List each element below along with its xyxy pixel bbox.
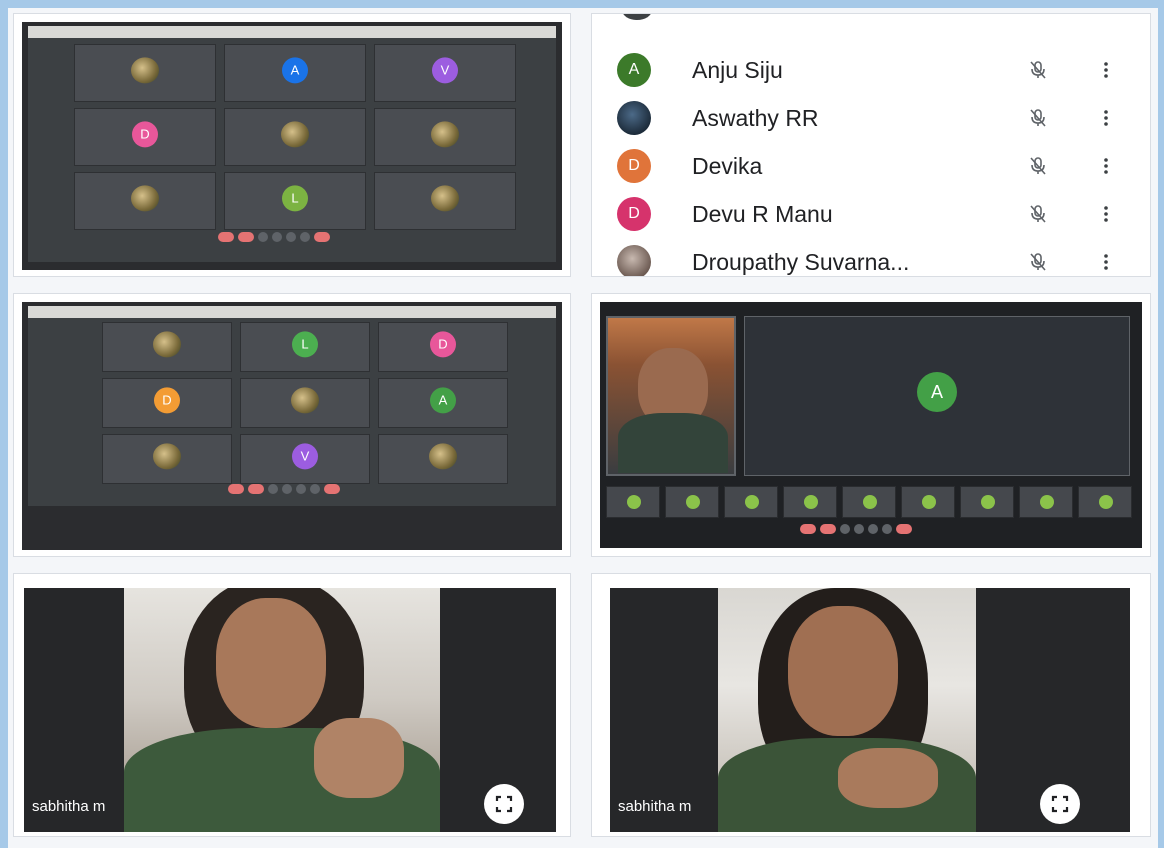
browser-tab-bar [28,26,556,38]
mic-off-icon [1027,155,1049,177]
participant-avatar: V [292,443,318,470]
participant-row[interactable]: Droupathy Suvarna... [592,238,1150,276]
mic-off-icon [1027,203,1049,225]
participant-name: Aswathy RR [692,104,819,131]
participant-avatar: D [430,331,456,358]
participant-tile [224,108,366,166]
meeting-controls [218,232,330,242]
participant-list-panel: A Anju Siju Aswathy RR D Devika D Devu R Manu D… [592,14,1150,276]
participant-avatar: A [430,387,456,414]
fullscreen-icon [1051,795,1069,813]
more-options-icon[interactable] [1104,253,1108,271]
spotlight-avatar: A [917,372,957,412]
mic-off-icon [1027,59,1049,81]
participant-row[interactable]: Aswathy RR [592,94,1150,142]
spotlight-tile: A [744,316,1130,476]
participant-row[interactable]: D Devu R Manu [592,190,1150,238]
participant-name-label: sabhitha m [618,798,692,815]
participant-name-label: sabhitha m [32,798,106,815]
participant-name: Devu R Manu [692,200,833,227]
participant-tile: D [378,322,508,372]
mic-off-icon [1027,251,1049,273]
participant-avatar: A [282,57,308,84]
more-options-icon[interactable] [1104,157,1108,175]
participant-thumbnail [1019,486,1073,518]
participant-list: A Anju Siju Aswathy RR D Devika D Devu R Manu D… [592,14,1150,276]
video-feed-panel-left: sabhitha m [14,574,570,836]
participant-photo [429,443,457,470]
participant-avatar: D [132,121,158,148]
participant-tile: D [74,108,216,166]
participant-thumbnail [665,486,719,518]
participant-name: Droupathy Suvarna... [692,248,910,275]
video-feed [718,588,976,832]
participant-photo [131,57,159,84]
participant-name: Anju Siju [692,56,783,83]
video-feed-panel-right: sabhitha m [592,574,1150,836]
participant-thumbnail [783,486,837,518]
more-options-icon[interactable] [1104,61,1108,79]
participant-tile [374,108,516,166]
participant-tile: L [240,322,370,372]
participant-avatar: D [617,149,651,183]
meeting-controls [228,484,340,494]
participant-tile: D [102,378,232,428]
meet-spotlight-photo: A [592,294,1150,556]
participant-row[interactable]: A Anju Siju [592,46,1150,94]
participant-photo [153,443,181,470]
participant-avatar: A [617,53,651,87]
browser-tab-bar [28,306,556,318]
participant-thumbnail [1078,486,1132,518]
video-feed [124,588,440,832]
participant-thumbnail [842,486,896,518]
participant-photo [131,185,159,212]
fullscreen-button[interactable] [484,784,524,824]
participant-photo [153,331,181,358]
participant-tile [240,378,370,428]
participant-photo [281,121,309,148]
participant-name: Devika [692,152,763,179]
participant-photo [291,387,319,414]
participant-photo [431,185,459,212]
more-options-icon[interactable] [1104,205,1108,223]
participant-tile [374,172,516,230]
mic-off-icon [1027,107,1049,129]
participant-avatar: L [282,185,308,212]
participant-thumbnail [901,486,955,518]
meet-grid-photo-1: A V D L [14,14,570,276]
participant-tile [102,434,232,484]
more-options-icon[interactable] [1104,109,1108,127]
participant-thumbnail [606,486,660,518]
participant-photo [431,121,459,148]
participant-tile: A [224,44,366,102]
participant-tile: V [374,44,516,102]
participant-tile [102,322,232,372]
self-view-tile [606,316,736,476]
participant-avatar: L [292,331,318,358]
participant-tile: L [224,172,366,230]
participant-tile: A [378,378,508,428]
participant-row[interactable]: D Devika [592,142,1150,190]
participant-avatar: V [432,57,458,84]
participant-avatar [617,245,651,276]
participant-tile [74,172,216,230]
participant-tile [74,44,216,102]
fullscreen-button[interactable] [1040,784,1080,824]
participant-thumbnail [724,486,778,518]
participant-avatar: D [617,197,651,231]
participant-tile [378,434,508,484]
participant-avatar: D [154,387,180,414]
participant-avatar [617,101,651,135]
meeting-controls [800,524,912,534]
participant-thumbnail [960,486,1014,518]
fullscreen-icon [495,795,513,813]
participant-tile: V [240,434,370,484]
meet-grid-photo-2: L D D A V [14,294,570,556]
participant-avatar-partial [622,14,652,20]
